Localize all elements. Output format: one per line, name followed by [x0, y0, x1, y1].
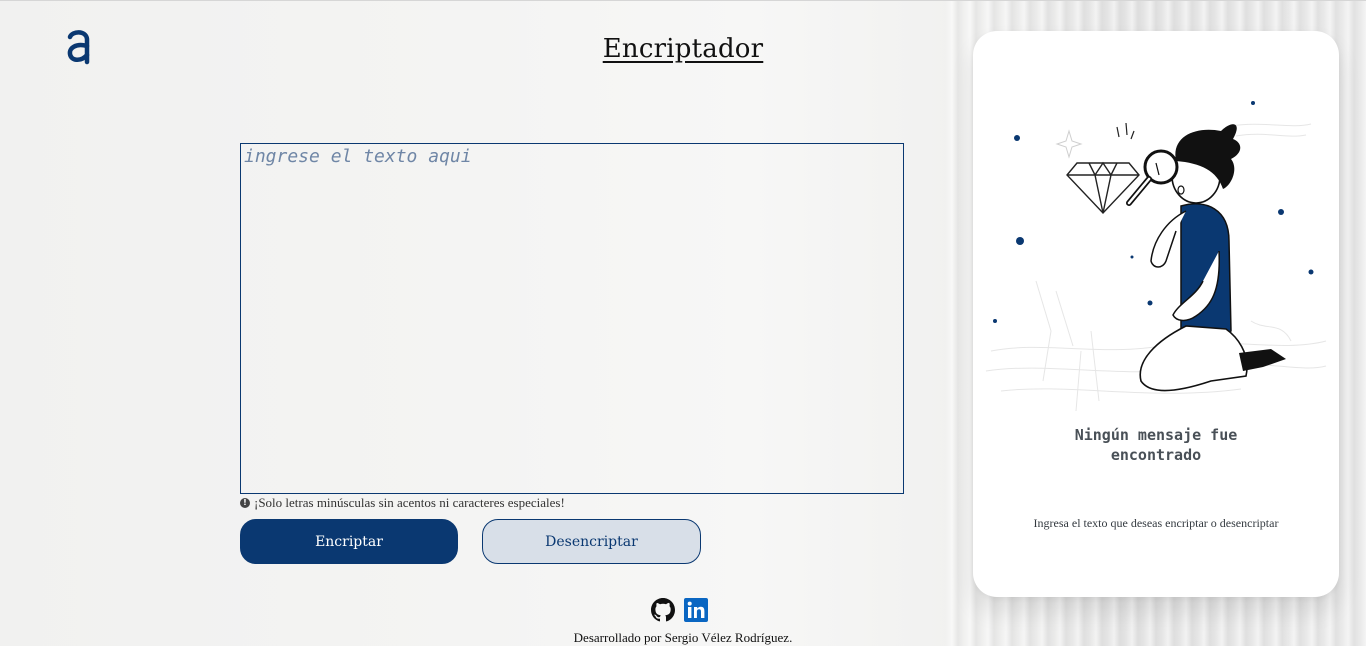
- text-input[interactable]: [240, 143, 904, 494]
- exclamation-circle-icon: !: [240, 498, 250, 508]
- hint-text: ¡Solo letras minúsculas sin acentos ni c…: [254, 495, 565, 510]
- person-with-magnifying-glass-illustration: [981, 91, 1331, 421]
- input-hint: ! ¡Solo letras minúsculas sin acentos ni…: [240, 495, 565, 511]
- empty-message-subtitle: Ingresa el texto que deseas encriptar o …: [1033, 516, 1279, 530]
- encrypt-button[interactable]: Encriptar: [240, 519, 458, 564]
- linkedin-icon[interactable]: [684, 598, 708, 622]
- github-icon[interactable]: [651, 598, 675, 622]
- social-links: [651, 598, 708, 622]
- footer-credit: Desarrollado por Sergio Vélez Rodríguez.: [573, 630, 793, 645]
- output-panel: Ningún mensaje fue encontrado Ingresa el…: [973, 31, 1339, 597]
- empty-message-title: Ningún mensaje fue encontrado: [1074, 426, 1238, 464]
- decrypt-button[interactable]: Desencriptar: [482, 519, 701, 564]
